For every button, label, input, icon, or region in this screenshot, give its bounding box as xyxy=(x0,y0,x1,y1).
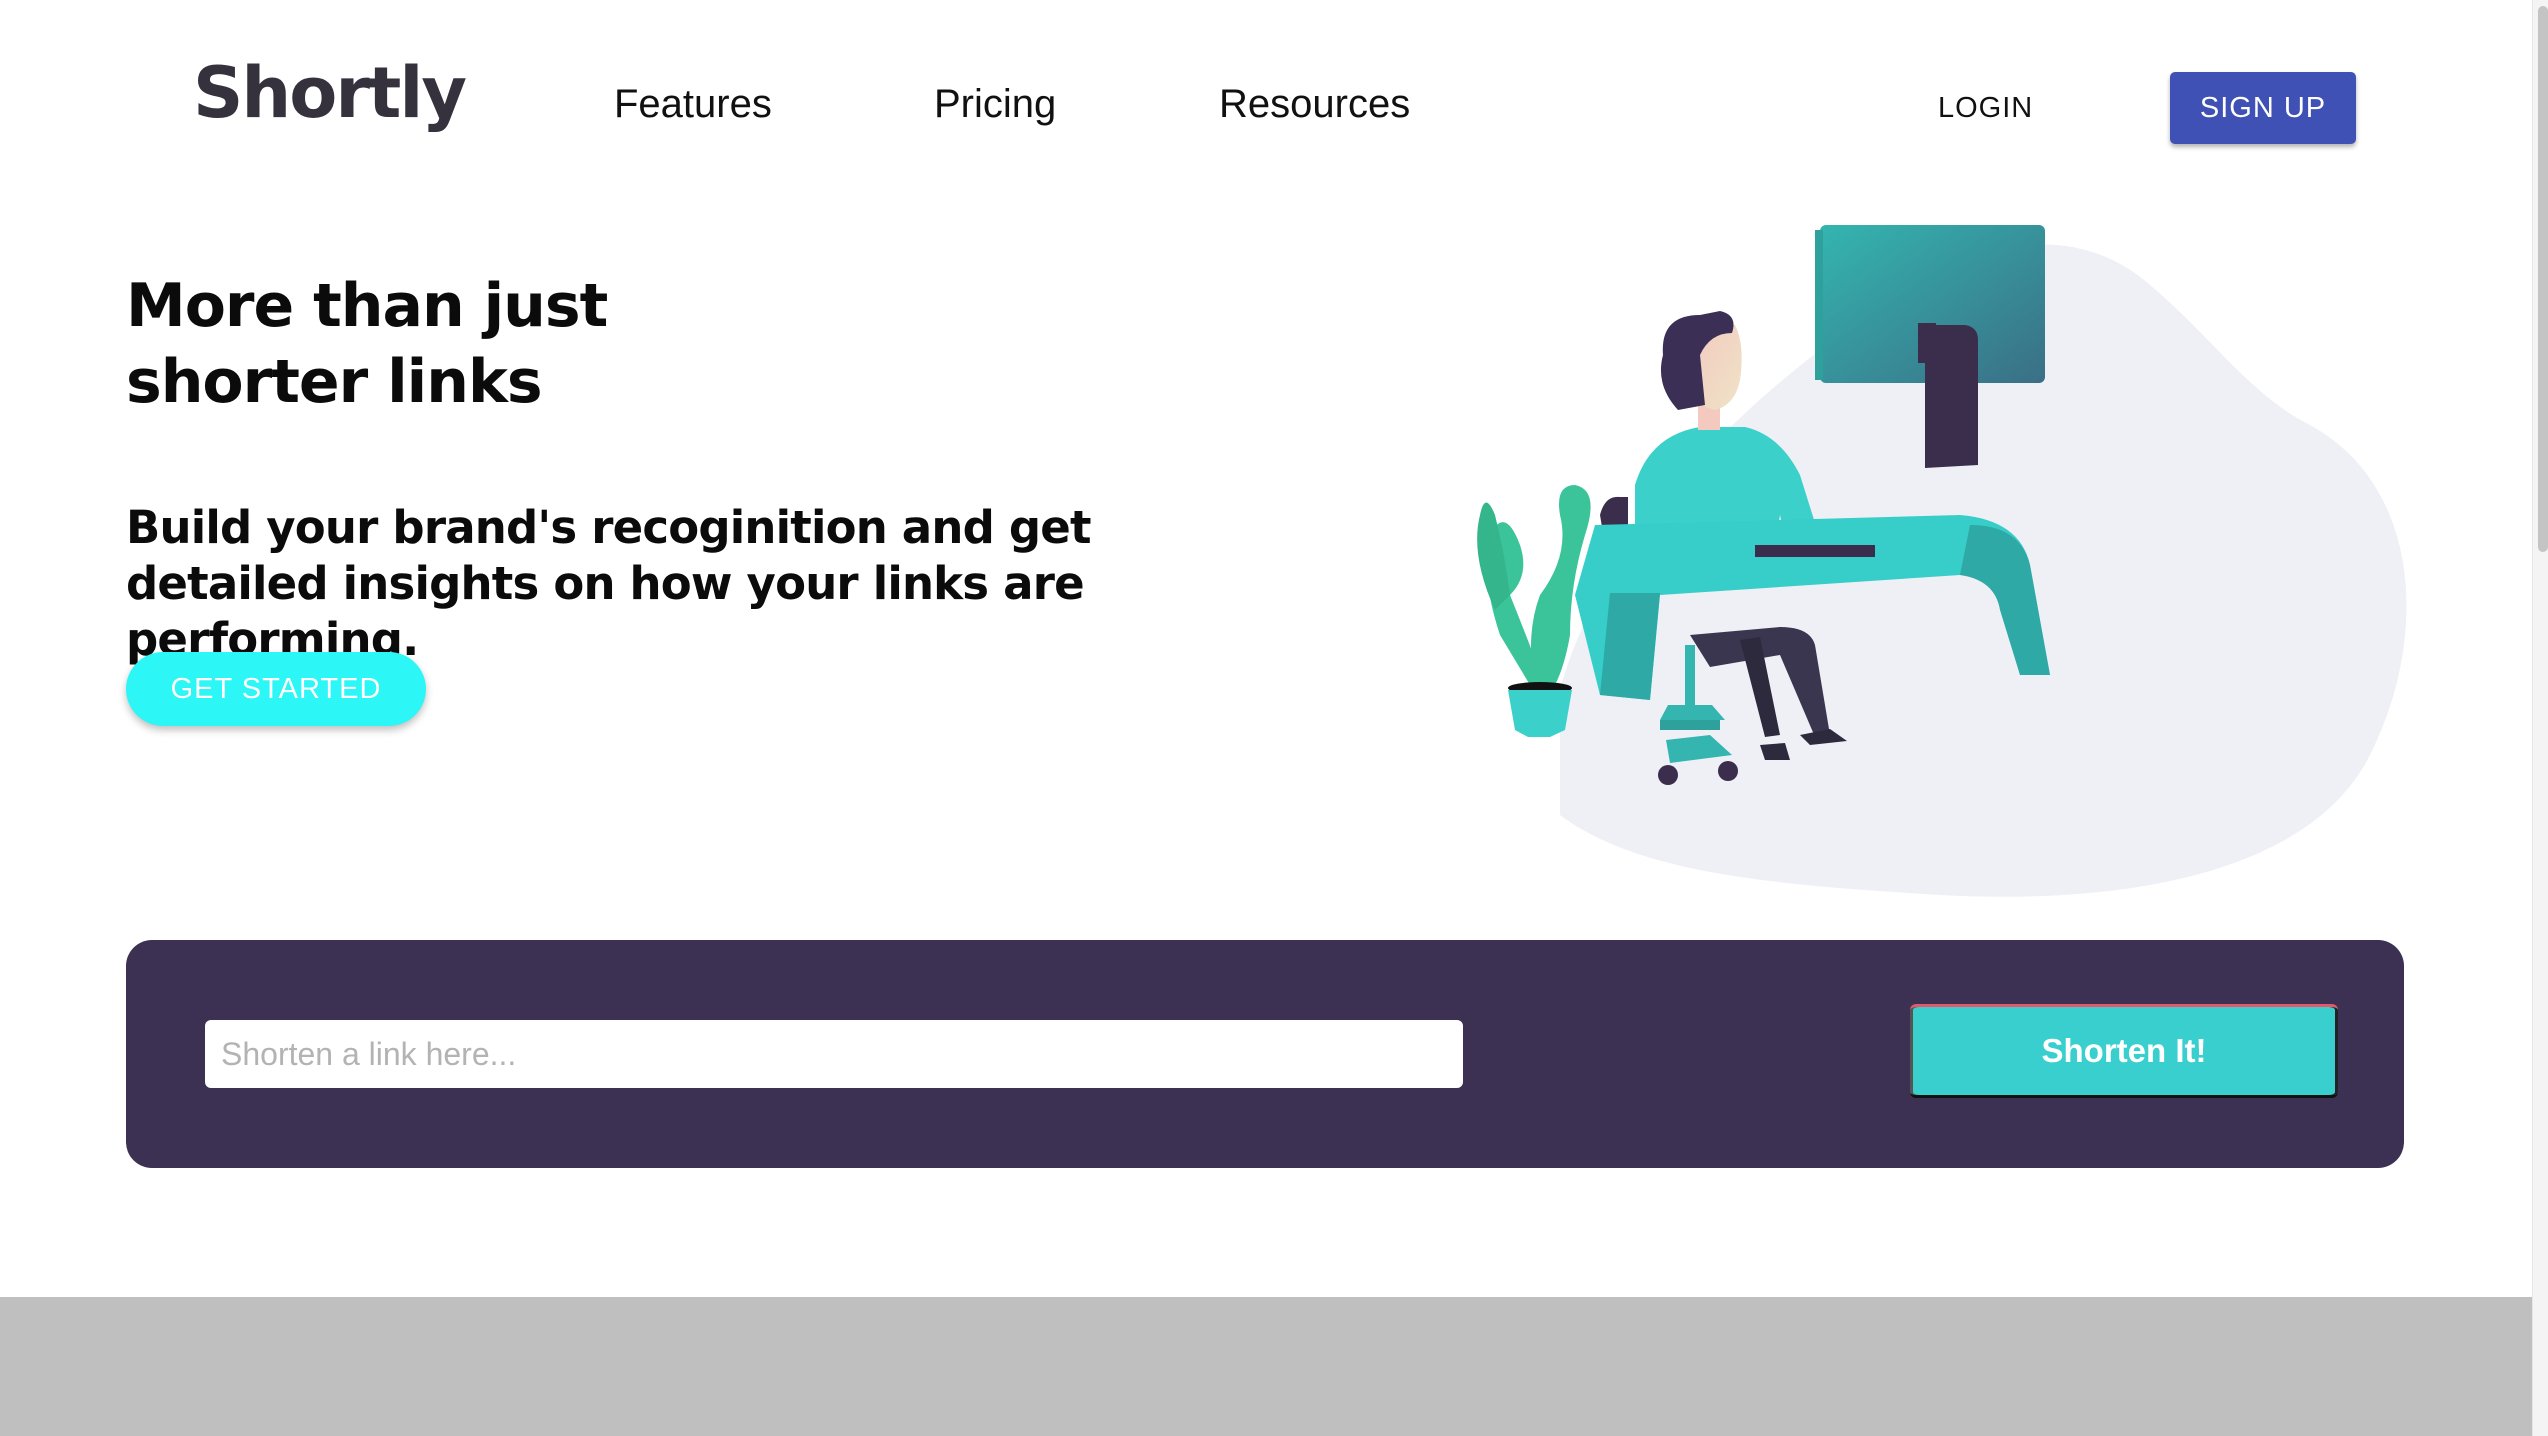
working-person-illustration xyxy=(1477,225,2407,897)
shorten-it-button[interactable]: Shorten It! xyxy=(1910,1004,2338,1098)
shorten-panel: Shorten It! xyxy=(126,940,2404,1168)
nav-link-resources[interactable]: Resources xyxy=(1219,84,1410,124)
hero-subtitle: Build your brand's recoginition and get … xyxy=(126,501,1092,666)
shorten-link-input[interactable] xyxy=(205,1020,1463,1088)
nav-link-features[interactable]: Features xyxy=(614,84,772,124)
logo[interactable]: Shortly xyxy=(193,58,467,128)
footer-band xyxy=(0,1297,2532,1436)
login-link[interactable]: LOGIN xyxy=(1938,94,2033,123)
scrollbar-thumb[interactable] xyxy=(2538,6,2548,552)
nav-link-pricing[interactable]: Pricing xyxy=(934,84,1056,124)
hero-title: More than just shorter links xyxy=(126,268,826,420)
landing-page: Shortly Features Pricing Resources LOGIN… xyxy=(0,0,2532,1436)
plant-pot xyxy=(1508,690,1572,737)
signup-button[interactable]: SIGN UP xyxy=(2170,72,2356,144)
hero-title-line-2: shorter links xyxy=(126,347,543,417)
hero-title-line-1: More than just xyxy=(126,271,608,341)
get-started-button[interactable]: GET STARTED xyxy=(126,652,426,726)
